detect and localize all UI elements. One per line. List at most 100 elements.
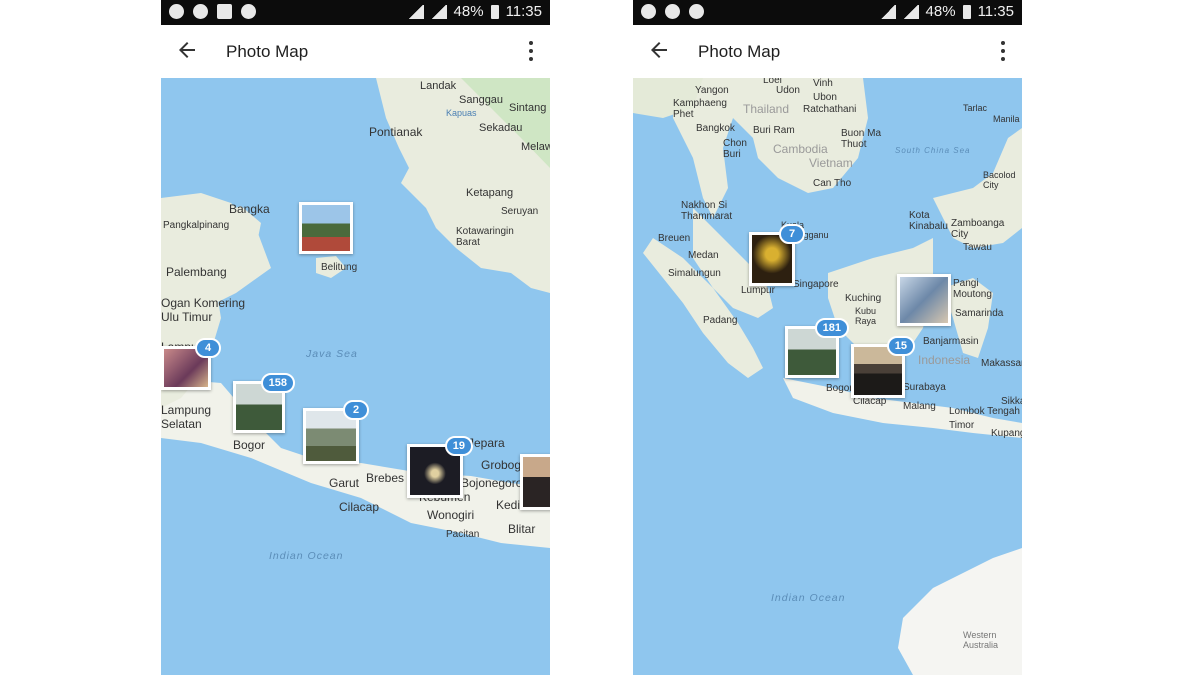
map-label: Seruyan [501,206,539,217]
phone-screen-right: 48% 11:35 Photo Map Loei Vinh Yangon Udo… [633,0,1022,675]
photo-cluster[interactable] [299,202,353,254]
map-label: Kupang [991,428,1022,439]
photo-map[interactable]: Loei Vinh Yangon Udon Ubon Kamphaeng Phe… [633,78,1022,675]
map-label: Zamboanga City [951,218,1005,240]
battery-icon [962,4,971,19]
back-arrow-icon[interactable] [175,38,199,62]
map-label: Ogan Komering Ulu Timur [161,296,246,324]
map-label: Sekadau [479,122,523,134]
sea-label: South China Sea [895,146,971,155]
photo-count-badge: 7 [779,224,805,244]
battery-percent: 48% [925,3,956,20]
map-label: Can Tho [813,178,852,189]
photo-count-badge: 4 [195,338,221,358]
phone-screen-left: 48% 11:35 Photo Map Landak Sanggau Sinta… [161,0,550,675]
map-label: Brebes [366,471,405,485]
map-label: Kotawaringin Barat [456,226,514,248]
map-label: Samarinda [955,308,1004,319]
map-label: Timor [949,420,975,431]
map-label: Breuen [658,233,691,244]
photo-count-badge: 15 [886,336,915,356]
more-options-icon[interactable] [1000,41,1006,63]
page-title: Photo Map [226,42,309,61]
map-label: Tawau [963,242,992,253]
map-label: Pontianak [369,125,423,139]
photo-cluster[interactable] [520,454,550,510]
sea-label: Java Sea [306,348,358,360]
photo-count-badge: 19 [444,436,473,456]
app-bar: Photo Map [161,25,550,78]
map-label: Cilacap [339,500,380,514]
more-options-icon[interactable] [528,41,534,63]
map-label: Buon Ma Thuot [841,128,882,150]
map-label: Lampung Selatan [161,403,212,431]
photo-cluster[interactable]: 158 [233,373,295,433]
map-label: Malang [903,401,936,412]
map-label: Medan [688,250,719,261]
whatsapp-icon [665,4,680,19]
battery-icon [490,4,499,19]
photo-cluster[interactable]: 19 [407,436,473,498]
photo-cluster[interactable]: 15 [851,336,915,398]
gallery-icon [217,4,232,19]
back-arrow-icon[interactable] [647,38,671,62]
country-label: Vietnam [809,156,853,170]
wifi-icon [407,4,424,19]
map-label: Western Australia [963,630,999,650]
map-label: Landak [420,80,457,92]
key-icon [689,4,704,19]
whatsapp-icon [193,4,208,19]
photo-count-badge: 181 [814,318,849,338]
map-label: Manila [993,114,1020,124]
key-icon [241,4,256,19]
status-bar: 48% 11:35 [633,0,1022,25]
photo-cluster[interactable]: 2 [303,400,369,464]
map-label: Kuching [845,293,882,304]
map-label: Bogor [233,438,266,452]
map-label: Sikka [1001,396,1022,407]
signal-icon [902,4,919,19]
map-label: Blitar [508,522,536,536]
map-label: Bangka [229,202,270,216]
map-label: Vinh [813,78,833,89]
map-label: Kamphaeng Phet [673,98,727,120]
map-label: Surabaya [903,382,946,393]
map-label: Banjarmasin [923,336,979,347]
map-label: Makassar [981,358,1022,369]
sea-label: Indian Ocean [269,550,344,562]
battery-percent: 48% [453,3,484,20]
map-label: Melawi [521,141,550,153]
map-label: Padang [703,315,738,326]
map-label: Bogor [826,383,853,394]
map-label: Nakhon Si Thammarat [681,200,733,222]
country-label: Indonesia [918,353,971,367]
map-label: Lombok Tengah [949,406,1020,417]
map-label: Tarlac [963,103,988,113]
photo-count-badge: 158 [260,373,295,393]
notification-icon [641,4,656,19]
photo-map[interactable]: Landak Sanggau Sintang Kapuas Sekadau Po… [161,78,550,675]
photo-cluster[interactable]: 4 [161,338,221,390]
photo-cluster[interactable] [897,274,951,326]
photo-count-badge: 2 [343,400,369,420]
map-label: Bangkok [696,123,735,134]
map-label: Ratchathani [803,104,857,115]
photo-cluster[interactable]: 181 [785,318,849,378]
notification-icon [169,4,184,19]
map-label: Palembang [166,265,227,279]
map-label: Pacitan [446,529,480,540]
status-bar: 48% 11:35 [161,0,550,25]
map-label: Lumpur [741,285,775,296]
map-label: Belitung [321,262,358,273]
map-label: Wonogiri [427,508,475,522]
map-label: Sintang [509,102,547,114]
signal-icon [430,4,447,19]
clock: 11:35 [977,3,1014,20]
map-label: Chon Buri [723,138,747,160]
app-bar: Photo Map [633,25,1022,78]
map-label: Garut [329,476,360,490]
map-label: Buri Ram [753,125,795,136]
clock: 11:35 [505,3,542,20]
photo-cluster[interactable]: 7 [749,224,805,286]
sea-label: Indian Ocean [771,592,846,604]
